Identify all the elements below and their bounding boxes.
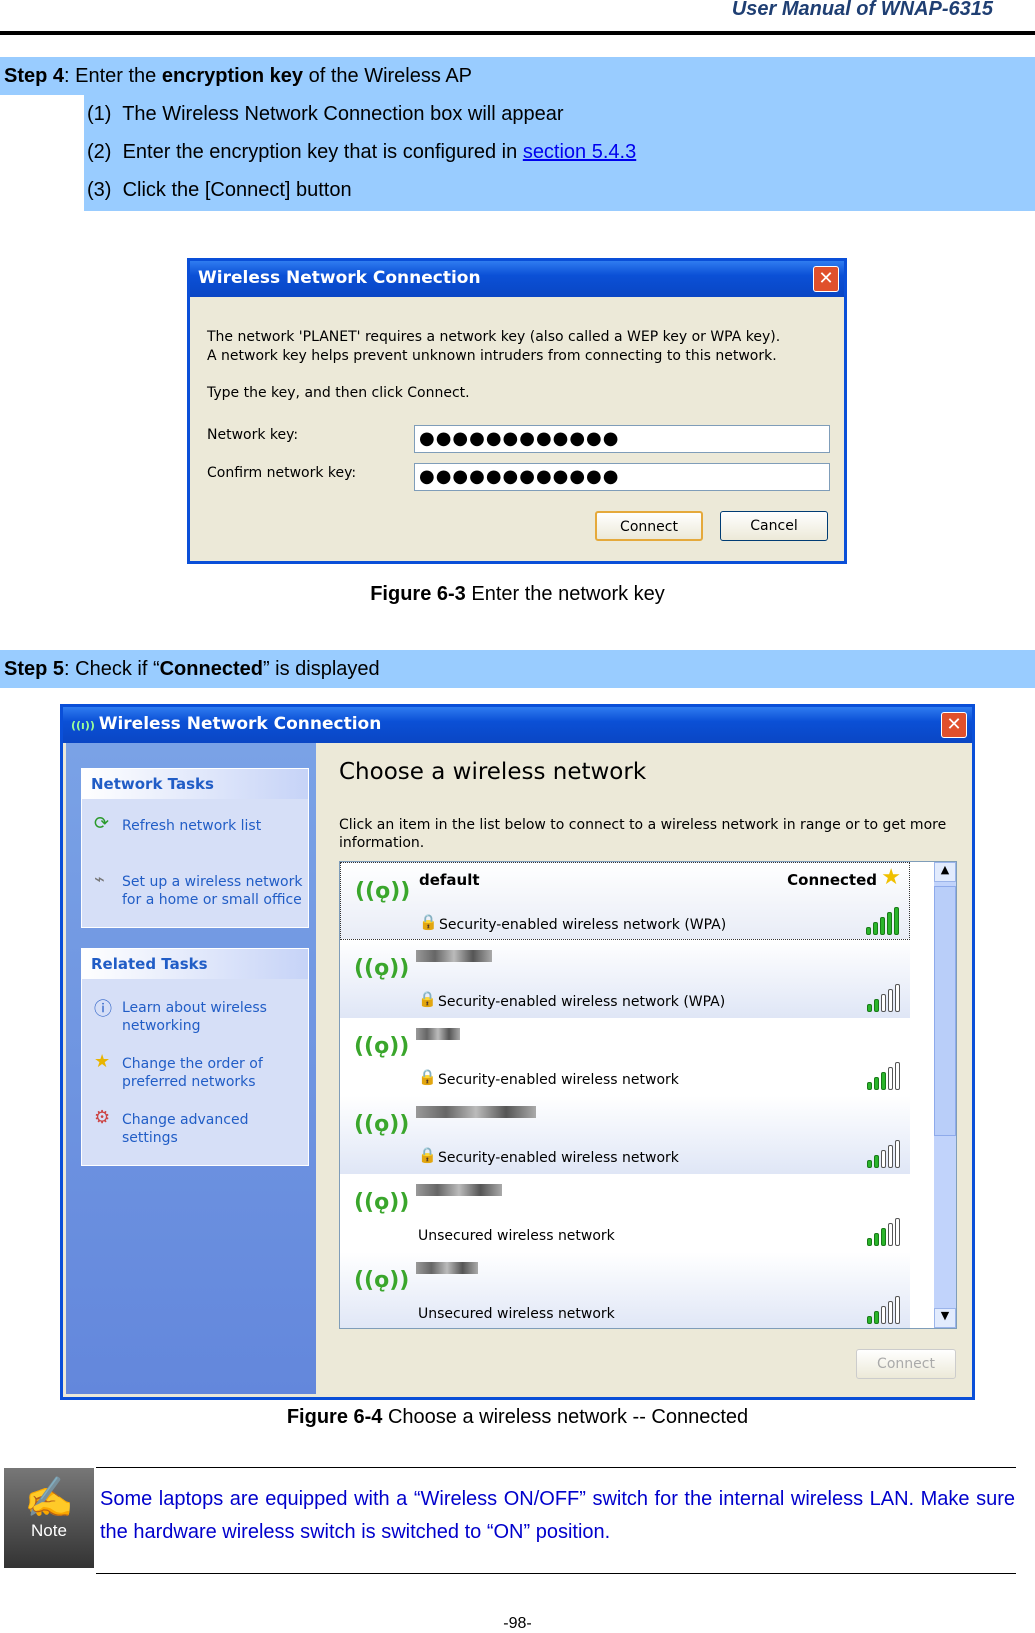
confirm-key-label: Confirm network key: — [207, 465, 357, 481]
note-icon: ✍ Note — [4, 1468, 94, 1568]
signal-strength-icon — [867, 1062, 900, 1090]
step4-heading: Step 4: Enter the encryption key of the … — [0, 57, 1035, 95]
star-icon: ★ — [881, 865, 901, 890]
signal-strength-icon — [867, 1218, 900, 1246]
dialog-title: Wireless Network Connection — [190, 261, 844, 297]
connection-status: Connected — [787, 871, 877, 889]
network-list: ▲ ▼ ((ǫ)) default Connected ★ 🔒 Security-enab… — [339, 861, 957, 1329]
network-item[interactable]: ((ǫ)) 🔒 Security-enabled wireless network — [340, 1096, 910, 1174]
redacted-network-name — [416, 1106, 536, 1118]
description: information. — [339, 835, 425, 851]
signal-strength-icon — [866, 907, 899, 935]
refresh-network-list-link[interactable]: Refresh network list — [122, 817, 261, 835]
figure-caption: Figure 6-4 Choose a wireless network -- … — [286, 1406, 749, 1428]
security-type: Security-enabled wireless network (WPA) — [439, 917, 727, 933]
page-number: -98- — [503, 1615, 532, 1632]
scroll-up-button[interactable]: ▲ — [934, 862, 956, 882]
step4-list: (1) The Wireless Network Connection box … — [84, 95, 1035, 211]
info-icon: ⓘ — [94, 999, 112, 1020]
wireless-antenna-icon: ((ǫ)) — [354, 1190, 410, 1215]
redacted-network-name — [416, 1028, 460, 1040]
security-type: Unsecured wireless network — [418, 1228, 615, 1244]
redacted-network-name — [416, 1262, 478, 1274]
settings-icon: ⚙ — [94, 1107, 111, 1128]
security-type: Security-enabled wireless network — [438, 1072, 679, 1088]
close-button[interactable]: ✕ — [813, 266, 839, 292]
security-type: Security-enabled wireless network (WPA) — [438, 994, 726, 1010]
signal-strength-icon — [867, 1296, 900, 1324]
wireless-antenna-icon: ((ǫ)) — [355, 879, 411, 904]
redacted-network-name — [416, 1184, 502, 1196]
wireless-antenna-icon: ((ǫ)) — [354, 1268, 410, 1293]
security-type: Security-enabled wireless network — [438, 1150, 679, 1166]
dialog-title: Wireless Network Connection — [98, 714, 382, 734]
network-item[interactable]: ((ǫ)) default Connected ★ 🔒 Security-enabled … — [340, 862, 910, 940]
scrollbar[interactable]: ▲ ▼ — [934, 862, 956, 1328]
connect-button[interactable]: Connect — [595, 511, 703, 541]
setup-network-link[interactable]: Set up a wireless network for a home or s… — [122, 873, 302, 909]
scroll-thumb[interactable] — [934, 886, 956, 1136]
dialog-text: Type the key, and then click Connect. — [207, 385, 470, 401]
lock-icon: 🔒 — [418, 990, 437, 1008]
signal-strength-icon — [867, 984, 900, 1012]
cancel-button[interactable]: Cancel — [720, 511, 828, 541]
section-link[interactable]: section 5.4.3 — [523, 141, 636, 163]
wireless-network-dialog: ((ı)) Wireless Network Connection ✕ Netw… — [60, 704, 975, 1400]
star-icon: ★ — [94, 1051, 111, 1072]
learn-wireless-link[interactable]: Learn about wireless networking — [122, 999, 267, 1035]
note-rule-bottom — [96, 1573, 1016, 1574]
dialog-text: The network 'PLANET' requires a network … — [207, 329, 781, 345]
note-text: Some laptops are equipped with a “Wirele… — [100, 1488, 1015, 1543]
network-key-dialog: Wireless Network Connection ✕ The networ… — [187, 258, 847, 564]
redacted-network-name — [416, 950, 492, 962]
signal-strength-icon — [867, 1140, 900, 1168]
task-sidebar: Network Tasks ⟳ Refresh network list ⌁ S… — [66, 743, 316, 1394]
network-key-input[interactable]: ●●●●●●●●●●●● — [414, 425, 830, 453]
manual-header: User Manual of WNAP-6315 — [731, 0, 993, 20]
wireless-antenna-icon: ((ǫ)) — [354, 956, 410, 981]
scroll-down-button[interactable]: ▼ — [934, 1308, 956, 1328]
change-order-link[interactable]: Change the order of preferred networks — [122, 1055, 263, 1091]
network-name: default — [419, 871, 480, 889]
page-heading: Choose a wireless network — [339, 759, 647, 785]
advanced-settings-link[interactable]: Change advanced settings — [122, 1111, 248, 1147]
refresh-icon: ⟳ — [94, 813, 110, 834]
header-rule — [0, 31, 1035, 35]
confirm-key-input[interactable]: ●●●●●●●●●●●● — [414, 463, 830, 491]
figure-caption: Figure 6-3 Enter the network key — [370, 583, 665, 605]
step5-heading: Step 5: Check if “Connected” is displaye… — [0, 650, 1035, 688]
description: Click an item in the list below to conne… — [339, 817, 947, 833]
wireless-antenna-icon: ((ǫ)) — [354, 1112, 410, 1137]
wireless-setup-icon: ⌁ — [94, 869, 105, 890]
network-key-label: Network key: — [207, 427, 299, 443]
lock-icon: 🔒 — [419, 913, 438, 931]
dialog-text: A network key helps prevent unknown intr… — [207, 348, 777, 364]
lock-icon: 🔒 — [418, 1068, 437, 1086]
related-tasks-panel: Related Tasks ⓘ Learn about wireless netw… — [81, 948, 309, 1166]
note-rule-top — [96, 1467, 1016, 1468]
network-tasks-panel: Network Tasks ⟳ Refresh network list ⌁ S… — [81, 768, 309, 928]
security-type: Unsecured wireless network — [418, 1306, 615, 1322]
network-item[interactable]: ((ǫ)) Unsecured wireless network — [340, 1174, 910, 1252]
connect-button[interactable]: Connect — [856, 1349, 956, 1379]
network-item[interactable]: ((ǫ)) 🔒 Security-enabled wireless network — [340, 1018, 910, 1096]
network-item[interactable]: ((ǫ)) 🔒 Security-enabled wireless network … — [340, 940, 910, 1018]
wireless-antenna-icon: ((ǫ)) — [354, 1034, 410, 1059]
network-item[interactable]: ((ǫ)) Unsecured wireless network — [340, 1252, 910, 1328]
wireless-icon: ((ı)) — [71, 719, 99, 732]
close-button[interactable]: ✕ — [941, 712, 967, 738]
lock-icon: 🔒 — [418, 1146, 437, 1164]
